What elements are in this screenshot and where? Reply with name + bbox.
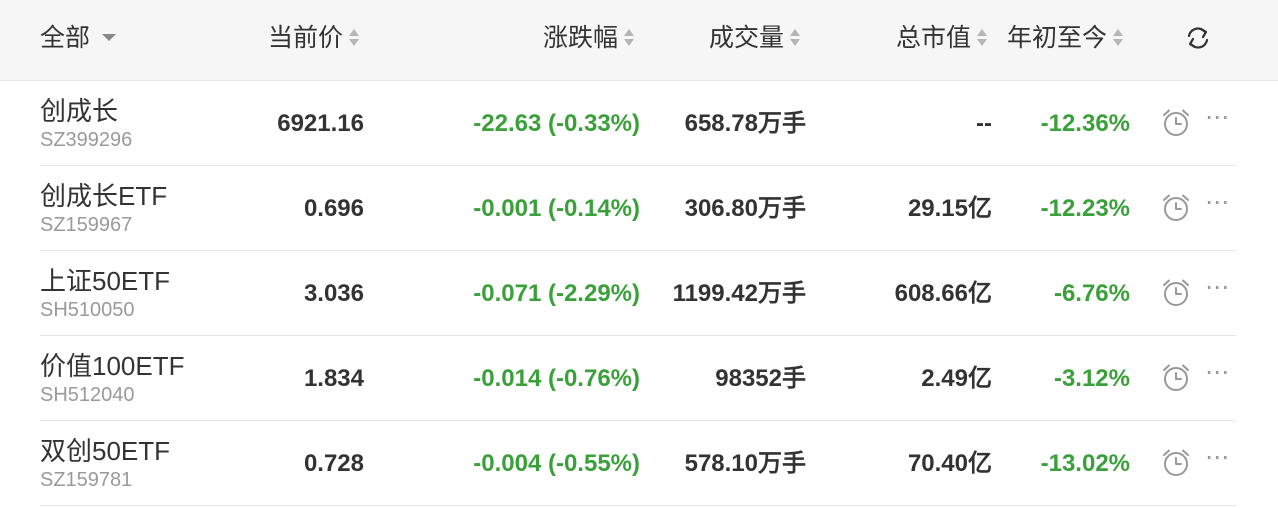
more-options-icon[interactable]: ⋯ [1205,443,1230,472]
volume: 578.10万手 [684,450,806,477]
price-change: -0.071 (-2.29%) [473,280,640,307]
volume: 658.78万手 [684,110,806,137]
alarm-clock-icon[interactable] [1160,362,1192,394]
alarm-clock-icon[interactable] [1160,277,1192,309]
more-options-icon[interactable]: ⋯ [1205,103,1230,132]
alarm-clock-icon[interactable] [1160,107,1192,139]
sort-market-cap-header[interactable]: 总市值 [896,0,988,76]
market-cap: 2.49亿 [921,365,992,392]
security-name: 创成长ETF [40,181,168,211]
table-row[interactable]: 双创50ETF SZ159781 0.728 -0.004 (-0.55%) 5… [0,421,1278,506]
market-cap: 70.40亿 [907,450,992,477]
price-header-label: 当前价 [268,24,344,52]
volume: 1199.42万手 [672,280,806,307]
sort-price-header[interactable]: 当前价 [268,0,360,76]
sort-change-header[interactable]: 涨跌幅 [543,0,635,76]
table-row[interactable]: 价值100ETF SH512040 1.834 -0.014 (-0.76%) … [0,336,1278,421]
caret-down-icon [102,33,117,41]
ytd-change: -13.02% [1040,450,1130,477]
row-divider [40,505,1236,506]
security-code: SH512040 [40,384,135,406]
sort-icon [790,28,801,46]
current-price: 1.834 [303,365,364,392]
ytd-change: -3.12% [1053,365,1130,392]
alarm-clock-icon[interactable] [1160,192,1192,224]
change-header-label: 涨跌幅 [543,24,619,52]
security-code: SH510050 [40,299,135,321]
ytd-header-label: 年初至今 [1007,24,1108,52]
table-row[interactable]: 创成长 SZ399296 6921.16 -22.63 (-0.33%) 658… [0,81,1278,166]
security-code: SZ159781 [40,469,133,491]
table-header: 全部 当前价 涨跌幅 成交量 总市值 年初至今 [0,0,1278,81]
volume: 98352手 [715,365,806,392]
refresh-icon[interactable] [1184,24,1212,52]
table-row[interactable]: 上证50ETF SH510050 3.036 -0.071 (-2.29%) 1… [0,251,1278,336]
market-cap: -- [976,110,992,137]
filter-all-label: 全部 [40,24,91,52]
current-price: 6921.16 [277,110,364,137]
security-name: 上证50ETF [40,266,171,296]
more-options-icon[interactable]: ⋯ [1205,188,1230,217]
security-name: 双创50ETF [40,436,171,466]
price-change: -0.004 (-0.55%) [473,450,640,477]
ytd-change: -6.76% [1053,280,1130,307]
current-price: 0.696 [303,195,364,222]
current-price: 3.036 [303,280,364,307]
price-change: -0.001 (-0.14%) [473,195,640,222]
sort-ytd-header[interactable]: 年初至今 [1007,0,1124,76]
market-cap-header-label: 总市值 [896,24,972,52]
sort-icon [624,28,635,46]
volume: 306.80万手 [684,195,806,222]
current-price: 0.728 [303,450,364,477]
price-change: -22.63 (-0.33%) [473,110,640,137]
more-options-icon[interactable]: ⋯ [1205,358,1230,387]
security-code: SZ159967 [40,214,133,236]
volume-header-label: 成交量 [709,24,785,52]
security-name: 价值100ETF [40,351,185,381]
more-options-icon[interactable]: ⋯ [1205,273,1230,302]
market-cap: 608.66亿 [894,280,992,307]
alarm-clock-icon[interactable] [1160,447,1192,479]
price-change: -0.014 (-0.76%) [473,365,640,392]
table-row[interactable]: 创成长ETF SZ159967 0.696 -0.001 (-0.14%) 30… [0,166,1278,251]
filter-all-dropdown[interactable]: 全部 [40,0,117,76]
sort-icon [1113,28,1124,46]
sort-icon [977,28,988,46]
ytd-change: -12.23% [1040,195,1130,222]
sort-volume-header[interactable]: 成交量 [709,0,801,76]
sort-icon [349,28,360,46]
security-code: SZ399296 [40,129,133,151]
ytd-change: -12.36% [1040,110,1130,137]
security-name: 创成长 [40,96,119,126]
market-cap: 29.15亿 [907,195,992,222]
